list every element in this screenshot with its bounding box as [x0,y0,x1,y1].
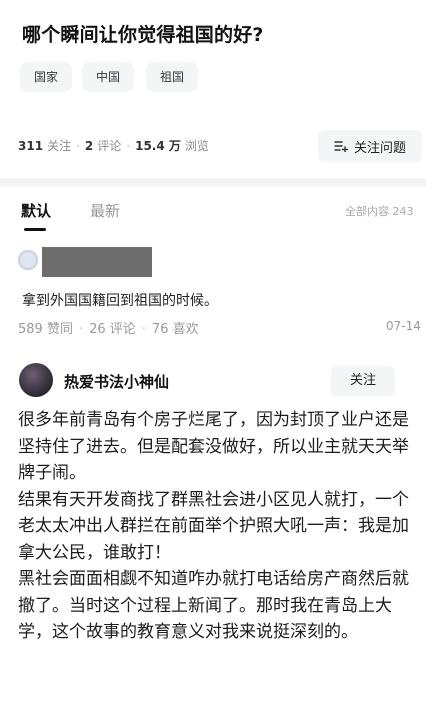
tab-active-indicator [24,228,46,231]
tab-latest[interactable]: 最新 [90,200,120,221]
answer-paragraph: 结果有天开发商找了群黑社会进小区见人就打，一个老太太冲出人群拦在前面举个护照大吼… [18,489,409,563]
followers-count: 311 [18,139,44,153]
author-avatar[interactable] [19,363,53,397]
follow-question-label: 关注问题 [353,140,406,156]
comment-count[interactable]: 26 评论 [89,322,136,337]
answer-meta: 589 赞同 · 26 评论 · 76 喜欢 [18,318,199,337]
followers-label: 关注 [47,139,72,153]
answer-paragraph: 很多年前青岛有个房子烂尾了，因为封顶了业户还是坚持住了进去。但是配套没做好，所以… [18,410,409,483]
all-content-count[interactable]: 全部内容 243 [345,203,414,219]
redacted-username [42,247,152,277]
separator-dot: · [126,139,131,153]
favorite-count[interactable]: 76 喜欢 [152,322,199,337]
avatar[interactable] [18,250,38,270]
question-stats: 311 关注 · 2 评论 · 15.4 万浏览 [18,137,209,154]
tag-country[interactable]: 国家 [20,62,73,92]
tab-default[interactable]: 默认 [21,200,51,221]
answer-paragraph: 黑社会面面相觑不知道咋办就打电话给房产商然后就撤了。当时这个过程上新闻了。那时我… [18,569,409,642]
like-count[interactable]: 589 赞同 [18,322,73,337]
comments-label[interactable]: 评论 [97,139,121,153]
answer-body[interactable]: 很多年前青岛有个房子烂尾了，因为封顶了业户还是坚持住了进去。但是配套没做好，所以… [18,407,420,646]
comments-count: 2 [84,139,94,153]
section-divider [0,178,426,186]
answer-text[interactable]: 拿到外国国籍回到祖国的时候。 [22,290,218,310]
views-count: 15.4 万 [135,139,181,153]
answer-date: 07-14 [386,319,421,333]
follow-question-button[interactable]: 关注问题 [318,130,422,162]
list-add-icon [334,141,348,152]
separator-dot: · [141,322,146,337]
question-title: 哪个瞬间让你觉得祖国的好? [22,24,264,46]
tag-china[interactable]: 中国 [82,62,135,92]
tag-motherland[interactable]: 祖国 [146,62,199,92]
views-label: 浏览 [184,139,209,153]
follow-author-button[interactable]: 关注 [331,366,395,396]
author-name[interactable]: 热爱书法小神仙 [64,371,169,392]
separator-dot: · [76,139,80,153]
separator-dot: · [78,322,84,337]
